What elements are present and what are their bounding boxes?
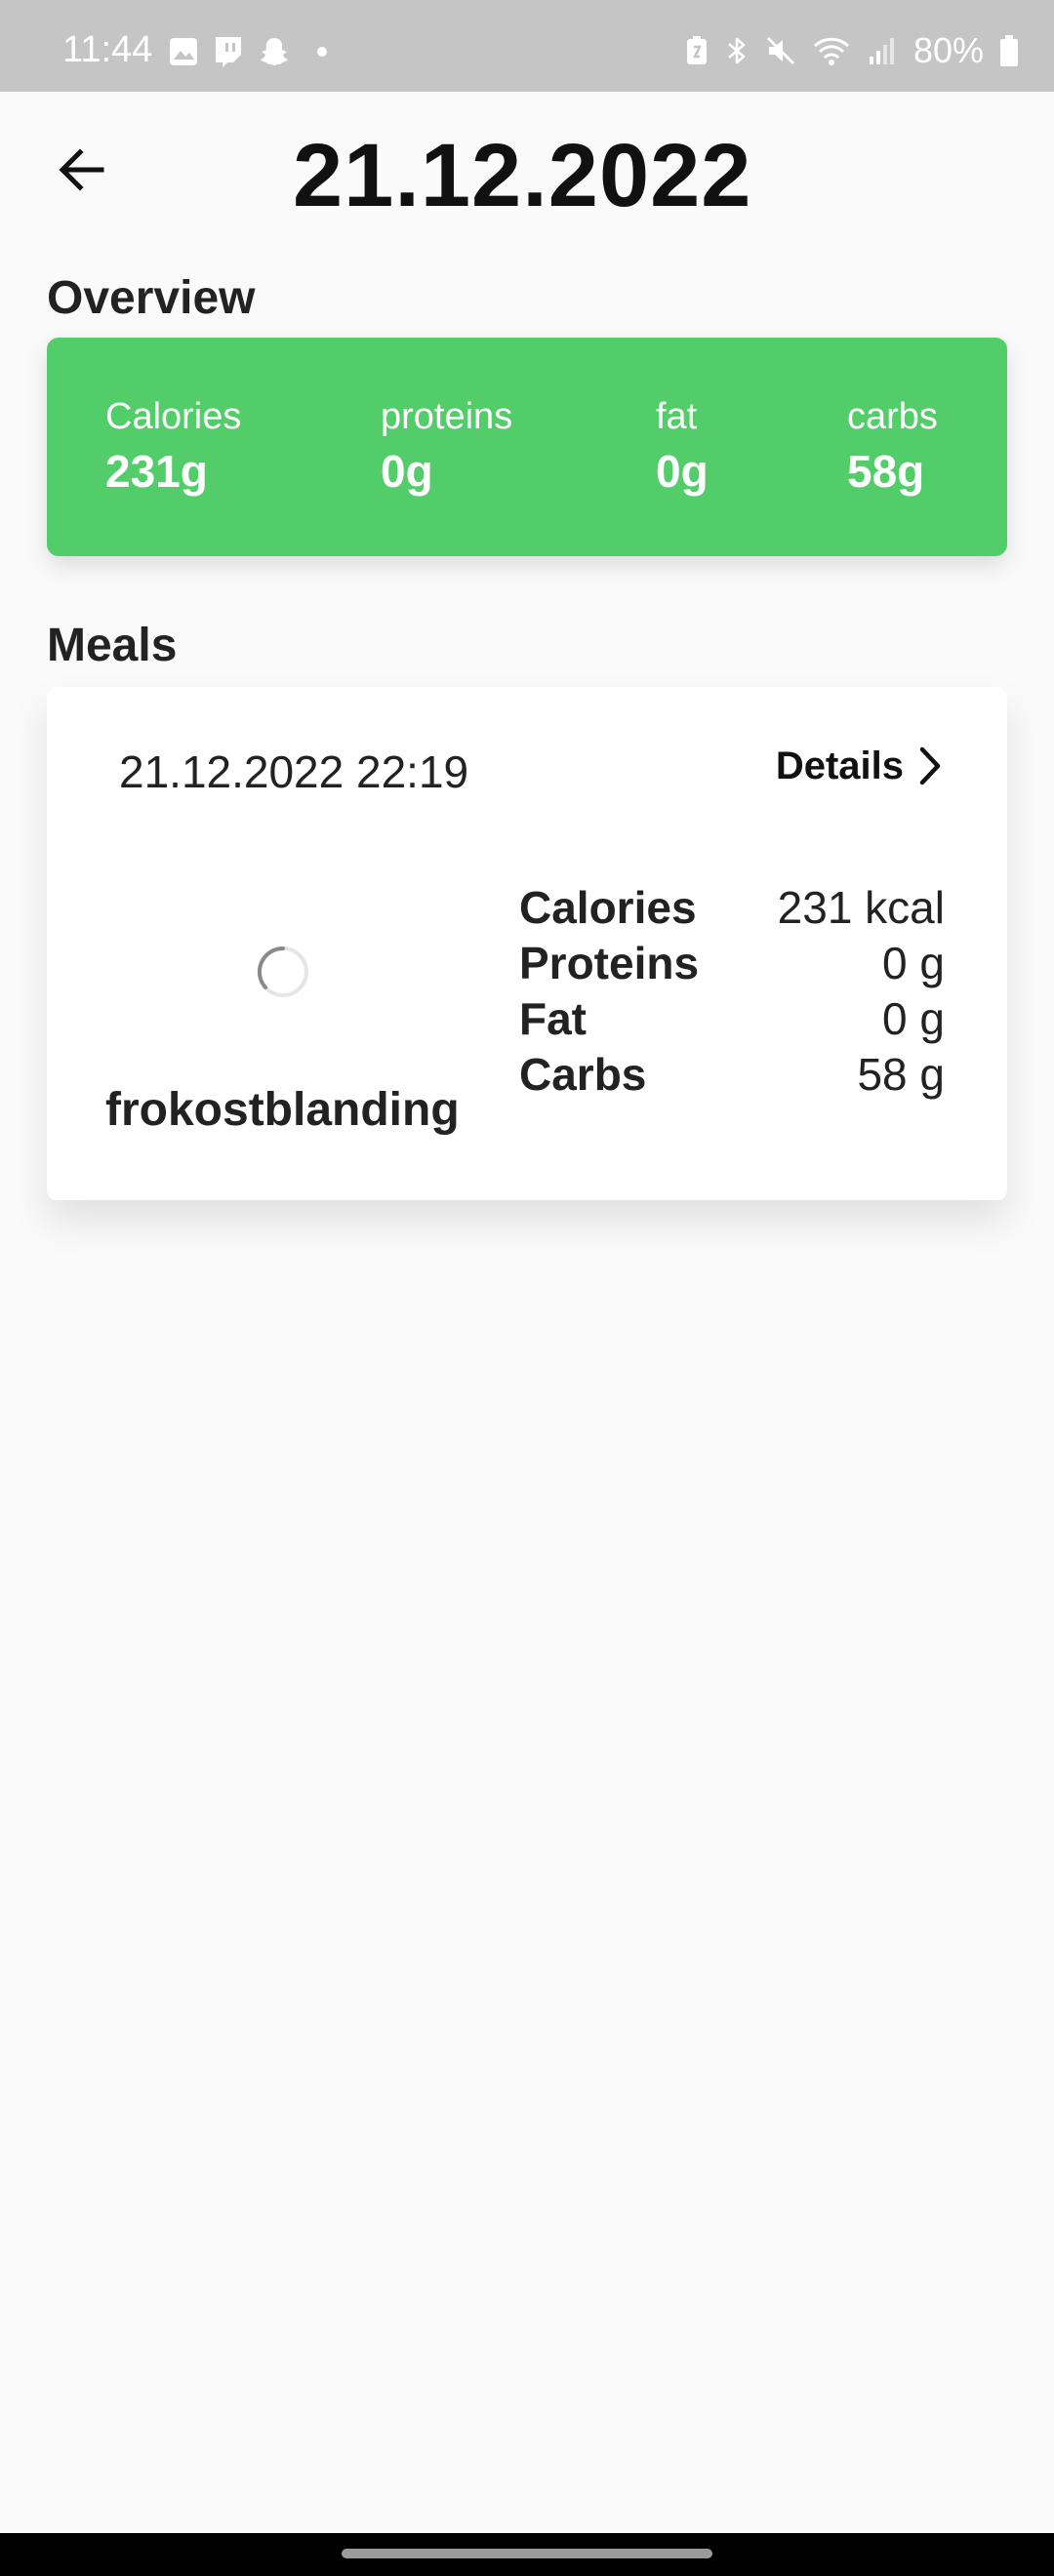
meal-nutrients: Calories 231 kcal Proteins 0 g Fat 0 g C… <box>519 880 945 1103</box>
dot-icon <box>317 47 327 57</box>
status-bar: 11:44 80% <box>0 0 1054 92</box>
gallery-icon <box>170 38 197 65</box>
nutrient-name: Carbs <box>519 1049 647 1100</box>
nutrient-row-fat: Fat 0 g <box>519 991 945 1047</box>
details-label: Details <box>775 745 904 787</box>
overview-card: Calories 231g proteins 0g fat 0g carbs 5… <box>47 338 1007 556</box>
nutrient-value: 231 kcal <box>777 882 945 933</box>
nutrient-row-proteins: Proteins 0 g <box>519 936 945 991</box>
nutrient-value: 0 g <box>882 993 945 1044</box>
wifi-icon <box>813 37 849 65</box>
snapchat-icon <box>261 38 288 65</box>
bluetooth-icon <box>728 37 746 64</box>
overview-carbs: carbs 58g <box>847 398 938 494</box>
overview-proteins: proteins 0g <box>381 398 512 494</box>
loading-spinner-icon <box>257 946 308 997</box>
overview-stat-value: 58g <box>847 446 925 497</box>
nutrient-value: 0 g <box>882 938 945 988</box>
overview-stat-label: fat <box>656 396 698 437</box>
mute-icon <box>766 36 794 65</box>
system-icons: 80% <box>685 33 1019 68</box>
overview-fat: fat 0g <box>656 398 709 494</box>
nfc-icon <box>686 36 707 64</box>
notification-icons <box>168 35 332 68</box>
battery-icon <box>1000 35 1018 66</box>
app-header: 21.12.2022 <box>0 92 1054 258</box>
overview-calories: Calories 231g <box>105 398 241 494</box>
meal-card[interactable]: 21.12.2022 22:19 Details frokostblanding… <box>47 687 1007 1200</box>
back-button[interactable] <box>47 135 117 205</box>
status-time: 11:44 <box>62 29 153 70</box>
overview-stat-label: proteins <box>381 396 513 437</box>
overview-stat-value: 0g <box>381 446 433 497</box>
arrow-left-icon <box>59 148 104 191</box>
overview-stat-value: 0g <box>656 446 709 497</box>
nutrient-row-carbs: Carbs 58 g <box>519 1047 945 1103</box>
chevron-right-icon <box>919 746 941 785</box>
overview-stat-label: carbs <box>847 396 938 437</box>
overview-section-title: Overview <box>47 272 256 324</box>
page-title: 21.12.2022 <box>293 126 752 225</box>
details-button[interactable]: Details <box>776 745 943 786</box>
nutrient-name: Fat <box>519 993 587 1044</box>
nutrient-name: Proteins <box>519 938 700 988</box>
nutrient-name: Calories <box>519 882 697 933</box>
battery-percent: 80% <box>912 30 984 70</box>
home-indicator[interactable] <box>342 2549 712 2558</box>
signal-icon <box>869 38 894 64</box>
nutrient-row-calories: Calories 231 kcal <box>519 880 945 936</box>
overview-stat-value: 231g <box>105 446 208 497</box>
meal-name: frokostblanding <box>105 1084 460 1136</box>
meals-section-title: Meals <box>47 620 178 671</box>
meal-datetime: 21.12.2022 22:19 <box>119 746 469 797</box>
system-nav-bar <box>0 2533 1054 2576</box>
overview-stat-label: Calories <box>105 396 242 437</box>
twitch-icon <box>216 37 241 67</box>
nutrient-value: 58 g <box>857 1049 945 1100</box>
